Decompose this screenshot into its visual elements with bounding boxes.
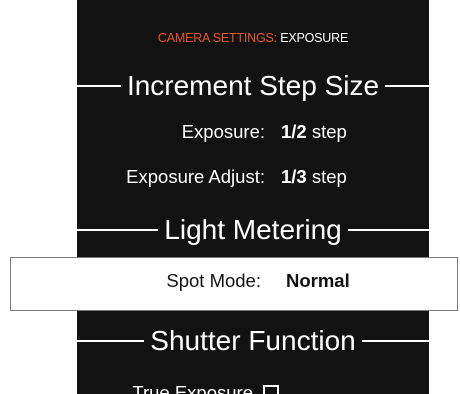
exposure-adjust-step-label: Exposure Adjust: <box>126 166 265 187</box>
exposure-step-value[interactable]: 1/2 step <box>281 117 347 147</box>
exposure-step-fraction: 1/2 <box>281 121 307 142</box>
spot-mode-value[interactable]: Normal <box>286 270 350 292</box>
exposure-settings-panel: CAMERA SETTINGS: EXPOSURE Increment Step… <box>77 0 429 394</box>
true-exposure-row[interactable]: True Exposure <box>77 378 429 394</box>
section-title-increment: Increment Step Size <box>120 70 386 101</box>
exposure-step-unit: step <box>311 121 347 142</box>
exposure-adjust-step-unit: step <box>311 166 347 187</box>
breadcrumb-section: CAMERA SETTINGS: <box>157 31 277 45</box>
section-title-metering: Light Metering <box>158 214 348 245</box>
section-heading-shutter: Shutter Function <box>77 321 429 361</box>
exposure-adjust-step-fraction: 1/3 <box>281 166 307 187</box>
breadcrumb: CAMERA SETTINGS: EXPOSURE <box>77 31 429 45</box>
section-heading-increment: Increment Step Size <box>77 66 429 106</box>
exposure-step-row[interactable]: Exposure: 1/2 step <box>77 117 429 147</box>
breadcrumb-page: EXPOSURE <box>280 31 349 45</box>
exposure-adjust-step-row[interactable]: Exposure Adjust: 1/3 step <box>77 162 429 192</box>
exposure-adjust-step-value[interactable]: 1/3 step <box>281 162 347 192</box>
true-exposure-label: True Exposure <box>132 382 253 394</box>
exposure-step-label: Exposure: <box>181 121 265 142</box>
true-exposure-checkbox[interactable] <box>263 385 279 394</box>
section-title-shutter: Shutter Function <box>144 325 362 356</box>
spot-mode-label: Spot Mode: <box>166 270 261 291</box>
section-heading-metering: Light Metering <box>77 210 429 250</box>
spot-mode-row[interactable]: Spot Mode: Normal <box>10 257 458 311</box>
